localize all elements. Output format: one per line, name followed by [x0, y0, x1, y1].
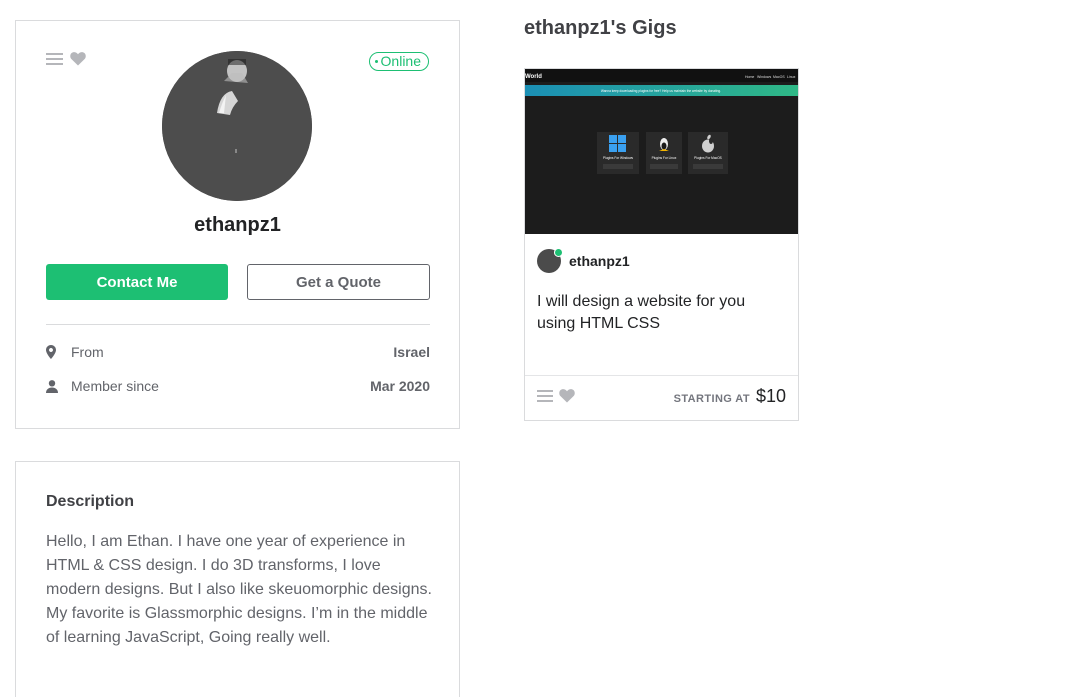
profile-actions: [46, 52, 86, 66]
profile-card: Online ethanpz1 Contact Me Get a Quote F…: [15, 20, 460, 429]
gig-description-link[interactable]: I will design a website for you using HT…: [537, 291, 787, 335]
stat-from: From Israel: [46, 344, 430, 360]
divider: [46, 324, 430, 325]
thumb-nav-home: Home: [745, 75, 754, 79]
username: ethanpz1: [194, 214, 281, 236]
description-title: Description: [46, 493, 135, 510]
gig-price[interactable]: STARTING AT $10: [674, 386, 786, 407]
contact-me-button[interactable]: Contact Me: [46, 264, 228, 300]
from-value: Israel: [393, 344, 430, 360]
member-since-value: Mar 2020: [370, 378, 430, 394]
thumb-tile-windows: Plugins For Windows: [603, 156, 633, 160]
gigs-title: ethanpz1's Gigs: [524, 17, 677, 39]
stat-member-since: Member since Mar 2020: [46, 378, 430, 394]
menu-icon[interactable]: [537, 389, 553, 403]
member-since-label: Member since: [71, 378, 159, 394]
location-pin-icon: [46, 345, 64, 359]
description-text: Hello, I am Ethan. I have one year of ex…: [46, 533, 432, 646]
heart-icon[interactable]: [559, 389, 575, 403]
thumb-nav-macos: MacOS: [773, 75, 785, 79]
from-label: From: [71, 344, 104, 360]
online-status-badge: Online: [368, 52, 429, 71]
get-a-quote-button[interactable]: Get a Quote: [247, 264, 430, 300]
thumb-nav-windows: Windows: [757, 75, 771, 79]
gig-actions: [537, 389, 575, 403]
thumb-banner: Wanna keep downloading plugins for free?…: [601, 89, 721, 93]
price-label: STARTING AT: [673, 393, 750, 405]
description-card: Description Hello, I am Ethan. I have on…: [15, 461, 460, 697]
heart-icon[interactable]: [70, 52, 86, 66]
online-status-label: Online: [380, 53, 421, 69]
gig-card[interactable]: World Home Windows MacOS Linux Wanna kee…: [524, 68, 799, 421]
thumb-brand: World: [525, 74, 542, 80]
thumb-tile-macos: Plugins For MacOS: [694, 156, 722, 160]
thumb-tile-linux: Plugins For Linux: [652, 156, 677, 160]
gig-thumbnail[interactable]: World Home Windows MacOS Linux Wanna kee…: [525, 69, 798, 234]
thumb-nav-linux: Linux: [787, 75, 796, 79]
seller-avatar[interactable]: [537, 248, 563, 273]
menu-icon[interactable]: [46, 52, 63, 66]
price-value: $10: [755, 386, 786, 406]
avatar[interactable]: [162, 51, 312, 201]
online-dot-icon: [374, 60, 378, 63]
gig-seller[interactable]: ethanpz1: [537, 248, 630, 273]
user-icon: [46, 379, 64, 393]
gig-footer: STARTING AT $10: [525, 375, 798, 420]
seller-name[interactable]: ethanpz1: [569, 253, 630, 269]
online-dot-icon: [554, 248, 563, 257]
